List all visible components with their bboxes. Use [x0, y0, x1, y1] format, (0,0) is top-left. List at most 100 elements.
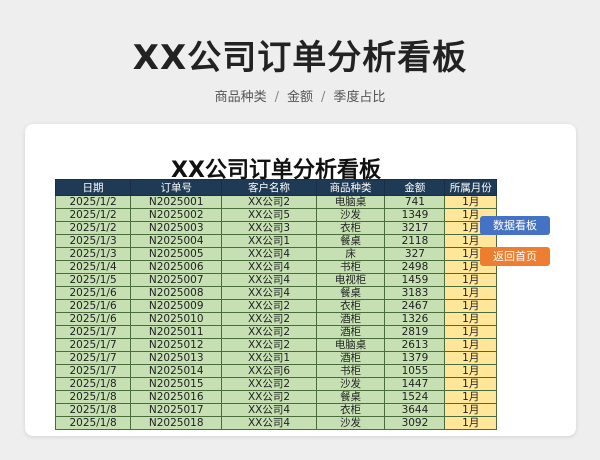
cell-date: 2025/1/4 — [54, 260, 132, 274]
cell-customer: XX公司4 — [221, 416, 317, 430]
cell-category: 衣柜 — [315, 299, 386, 313]
cell-category: 电脑桌 — [315, 338, 386, 352]
subtitle-item: 季度占比 — [333, 90, 386, 105]
cell-order-no: N2025001 — [130, 195, 223, 209]
cell-customer: XX公司1 — [221, 234, 317, 248]
subtitle: 商品种类 / 金额 / 季度占比 — [0, 86, 600, 105]
column-header-amount: 金额 — [384, 179, 446, 196]
table-row: 2025/1/4 N2025006 XX公司4 书柜 2498 1月 — [54, 260, 497, 274]
cell-category: 书柜 — [315, 260, 386, 274]
table-row: 2025/1/8 N2025016 XX公司2 餐桌 1524 1月 — [54, 390, 497, 404]
cell-customer: XX公司4 — [221, 403, 317, 417]
cell-order-no: N2025008 — [130, 286, 223, 300]
table-row: 2025/1/7 N2025012 XX公司2 电脑桌 2613 1月 — [54, 338, 497, 352]
cell-amount: 3217 — [384, 221, 446, 235]
cell-category: 沙发 — [315, 208, 386, 222]
cell-category: 衣柜 — [315, 403, 386, 417]
cell-order-no: N2025003 — [130, 221, 223, 235]
cell-month: 1月 — [444, 390, 497, 404]
cell-month: 1月 — [444, 195, 497, 209]
cell-amount: 327 — [384, 247, 446, 261]
cell-order-no: N2025013 — [130, 351, 223, 365]
cell-order-no: N2025010 — [130, 312, 223, 326]
cell-month: 1月 — [444, 325, 497, 339]
cell-month: 1月 — [444, 299, 497, 313]
cell-category: 餐桌 — [315, 234, 386, 248]
cell-category: 酒柜 — [315, 325, 386, 339]
cell-order-no: N2025006 — [130, 260, 223, 274]
cell-customer: XX公司5 — [221, 208, 317, 222]
cell-order-no: N2025011 — [130, 325, 223, 339]
cell-order-no: N2025012 — [130, 338, 223, 352]
cell-customer: XX公司4 — [221, 273, 317, 287]
dashboard-button[interactable]: 数据看板 — [480, 216, 550, 235]
cell-month: 1月 — [444, 416, 497, 430]
cell-month: 1月 — [444, 273, 497, 287]
column-header-month: 所属月份 — [444, 179, 497, 196]
cell-amount: 1459 — [384, 273, 446, 287]
cell-date: 2025/1/8 — [54, 403, 132, 417]
table-row: 2025/1/7 N2025013 XX公司1 酒柜 1379 1月 — [54, 351, 497, 365]
cell-category: 沙发 — [315, 416, 386, 430]
cell-customer: XX公司4 — [221, 247, 317, 261]
cell-category: 床 — [315, 247, 386, 261]
cell-amount: 1524 — [384, 390, 446, 404]
cell-month: 1月 — [444, 364, 497, 378]
cell-customer: XX公司2 — [221, 338, 317, 352]
cell-date: 2025/1/8 — [54, 416, 132, 430]
cell-customer: XX公司4 — [221, 286, 317, 300]
cell-category: 酒柜 — [315, 312, 386, 326]
column-header-category: 商品种类 — [315, 179, 386, 196]
subtitle-item: 商品种类 — [214, 90, 267, 105]
cell-month: 1月 — [444, 312, 497, 326]
cell-date: 2025/1/2 — [54, 195, 132, 209]
cell-date: 2025/1/5 — [54, 273, 132, 287]
table-row: 2025/1/6 N2025009 XX公司2 衣柜 2467 1月 — [54, 299, 497, 313]
cell-amount: 741 — [384, 195, 446, 209]
preview-card: XX公司订单分析看板 日期 订单号 客户名称 商品种类 金额 所属月份 2025… — [25, 124, 576, 436]
cell-customer: XX公司3 — [221, 221, 317, 235]
cell-month: 1月 — [444, 234, 497, 248]
cell-amount: 1379 — [384, 351, 446, 365]
cell-date: 2025/1/8 — [54, 377, 132, 391]
cell-customer: XX公司2 — [221, 299, 317, 313]
table-row: 2025/1/7 N2025014 XX公司6 书柜 1055 1月 — [54, 364, 497, 378]
cell-category: 酒柜 — [315, 351, 386, 365]
cell-order-no: N2025017 — [130, 403, 223, 417]
cell-customer: XX公司2 — [221, 377, 317, 391]
cell-customer: XX公司6 — [221, 364, 317, 378]
cell-month: 1月 — [444, 286, 497, 300]
orders-table: 日期 订单号 客户名称 商品种类 金额 所属月份 2025/1/2 N202500… — [54, 179, 497, 430]
table-row: 2025/1/3 N2025004 XX公司1 餐桌 2118 1月 — [54, 234, 497, 248]
cell-date: 2025/1/7 — [54, 338, 132, 352]
cell-order-no: N2025007 — [130, 273, 223, 287]
cell-customer: XX公司2 — [221, 312, 317, 326]
table-row: 2025/1/2 N2025001 XX公司2 电脑桌 741 1月 — [54, 195, 497, 209]
cell-month: 1月 — [444, 351, 497, 365]
cell-category: 书柜 — [315, 364, 386, 378]
cell-amount: 2118 — [384, 234, 446, 248]
cell-month: 1月 — [444, 403, 497, 417]
column-header-customer: 客户名称 — [221, 179, 317, 196]
cell-date: 2025/1/3 — [54, 234, 132, 248]
cell-amount: 2467 — [384, 299, 446, 313]
cell-category: 衣柜 — [315, 221, 386, 235]
cell-category: 餐桌 — [315, 390, 386, 404]
cell-order-no: N2025009 — [130, 299, 223, 313]
table-row: 2025/1/2 N2025003 XX公司3 衣柜 3217 1月 — [54, 221, 497, 235]
home-button[interactable]: 返回首页 — [480, 247, 550, 266]
cell-date: 2025/1/6 — [54, 286, 132, 300]
cell-customer: XX公司2 — [221, 195, 317, 209]
cell-amount: 2819 — [384, 325, 446, 339]
column-header-date: 日期 — [54, 179, 132, 196]
cell-date: 2025/1/7 — [54, 351, 132, 365]
cell-category: 电脑桌 — [315, 195, 386, 209]
cell-category: 餐桌 — [315, 286, 386, 300]
cell-category: 电视柜 — [315, 273, 386, 287]
cell-amount: 3092 — [384, 416, 446, 430]
table-row: 2025/1/3 N2025005 XX公司4 床 327 1月 — [54, 247, 497, 261]
table-row: 2025/1/5 N2025007 XX公司4 电视柜 1459 1月 — [54, 273, 497, 287]
cell-amount: 3644 — [384, 403, 446, 417]
table-row: 2025/1/8 N2025015 XX公司2 沙发 1447 1月 — [54, 377, 497, 391]
cell-date: 2025/1/7 — [54, 364, 132, 378]
